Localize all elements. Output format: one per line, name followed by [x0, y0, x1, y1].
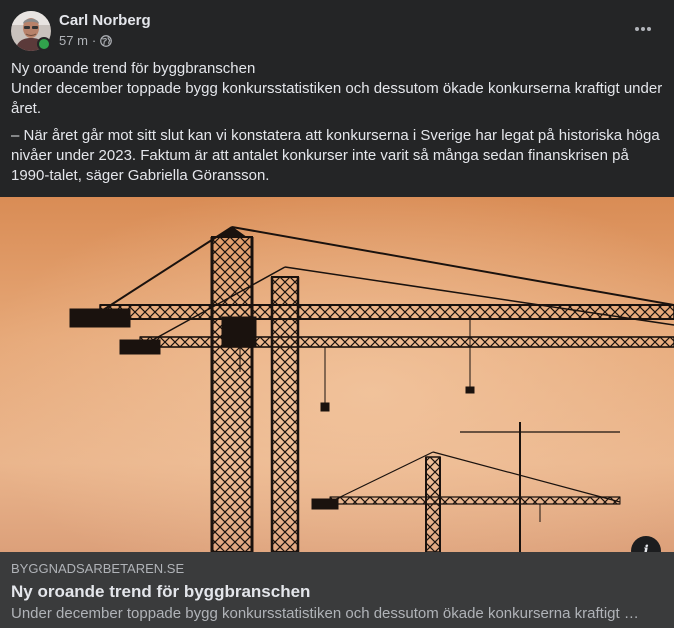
- post-text-line-2: Under december toppade bygg konkursstati…: [11, 80, 663, 117]
- link-preview[interactable]: BYGGNADSARBETAREN.SE Ny oroande trend fö…: [0, 552, 674, 628]
- post-text-paragraph-1: Ny oroande trend för byggbranschen Under…: [11, 59, 663, 119]
- post-header: Carl Norberg 57 m ·: [0, 0, 674, 56]
- post-meta: 57 m ·: [59, 33, 113, 48]
- meta-separator: ·: [91, 33, 97, 48]
- post-timestamp[interactable]: 57 m: [59, 33, 88, 48]
- author-avatar[interactable]: [11, 11, 51, 51]
- more-options-icon: [635, 27, 651, 31]
- post-text: Ny oroande trend för byggbranschen Under…: [0, 56, 674, 186]
- feed-post: Carl Norberg 57 m · Ny oroande trend för…: [0, 0, 674, 628]
- author-name[interactable]: Carl Norberg: [59, 12, 151, 29]
- link-preview-domain: BYGGNADSARBETAREN.SE: [11, 561, 185, 576]
- globe-icon: [100, 34, 113, 47]
- link-preview-description: Under december toppade bygg konkursstati…: [11, 605, 639, 622]
- link-preview-title: Ny oroande trend för byggbranschen: [11, 582, 311, 601]
- post-text-line-1: Ny oroande trend för byggbranschen: [11, 60, 256, 77]
- online-status-indicator: [37, 37, 51, 51]
- more-options-button[interactable]: [632, 19, 654, 39]
- post-image[interactable]: [0, 197, 674, 552]
- post-text-paragraph-2: – När året går mot sitt slut kan vi kons…: [11, 127, 660, 184]
